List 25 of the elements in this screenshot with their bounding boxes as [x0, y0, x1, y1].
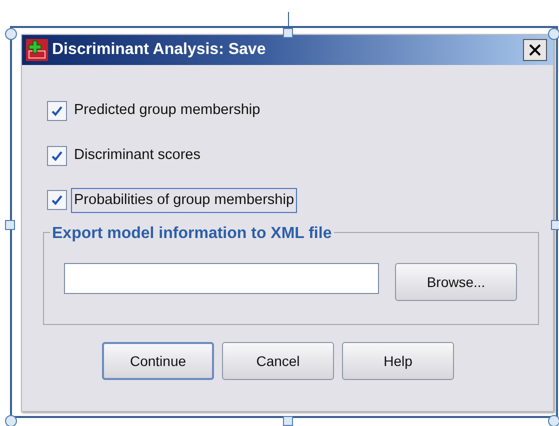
check-icon: [51, 194, 63, 206]
browse-button[interactable]: Browse...: [395, 263, 517, 302]
resize-handle[interactable]: [5, 28, 17, 40]
dialog-button[interactable]: Help: [342, 342, 454, 380]
close-button[interactable]: [523, 39, 547, 61]
resize-handle[interactable]: [283, 28, 293, 38]
check-icon: [51, 104, 63, 117]
check-icon: [51, 150, 63, 162]
dialog-button[interactable]: Continue: [102, 342, 214, 380]
checkbox-label: Predicted group membership: [73, 101, 262, 120]
checkbox[interactable]: [47, 100, 67, 121]
checkbox[interactable]: [47, 190, 67, 210]
checkbox-label: Discriminant scores: [73, 146, 202, 165]
checkbox[interactable]: [47, 146, 67, 166]
close-icon: [529, 44, 541, 56]
resize-handle[interactable]: [283, 416, 293, 426]
app-icon: [26, 39, 48, 61]
resize-handle[interactable]: [551, 220, 559, 230]
resize-handle[interactable]: [5, 220, 15, 230]
checkbox-label: Probabilities of group membership: [71, 188, 298, 214]
file-path-field[interactable]: [64, 263, 379, 294]
dialog-button[interactable]: Cancel: [222, 342, 334, 380]
resize-handle[interactable]: [548, 415, 559, 426]
resize-handle[interactable]: [5, 415, 17, 426]
window-title: Discriminant Analysis: Save: [52, 40, 266, 60]
